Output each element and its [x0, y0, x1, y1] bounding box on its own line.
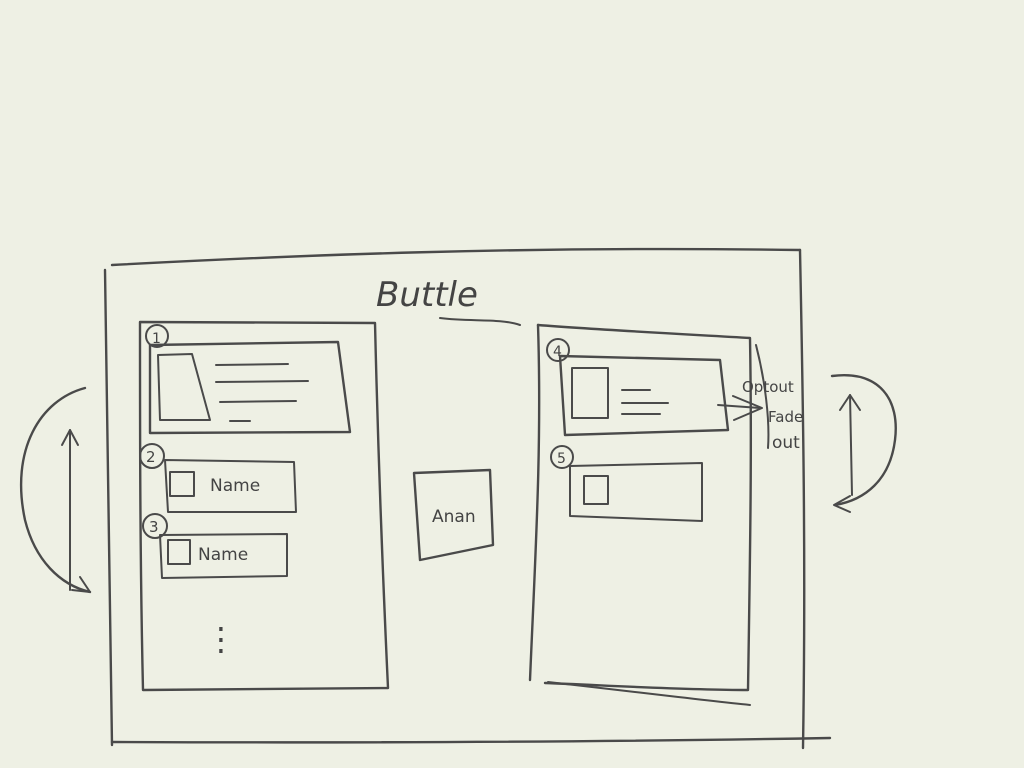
left-item-3[interactable]: 3 Name	[142, 513, 288, 579]
item-number: 5	[557, 451, 566, 467]
right-item-5[interactable]: 5	[550, 445, 703, 522]
thumbnail-icon	[157, 353, 211, 421]
item-number: 3	[149, 518, 159, 536]
checkbox-icon[interactable]	[167, 539, 191, 565]
left-item-2[interactable]: 2 Name	[139, 443, 297, 513]
item-name-label: Name	[198, 545, 248, 565]
center-card[interactable]: Anan	[412, 468, 495, 562]
outer-frame	[103, 247, 832, 750]
annotation-line-2: Fade	[768, 408, 803, 426]
center-card-label: Anan	[432, 507, 476, 527]
item-number: 4	[553, 344, 562, 360]
item-number: 1	[152, 331, 161, 347]
more-items-ellipsis: ⋮	[205, 620, 237, 658]
item-name-label: Name	[210, 476, 260, 496]
battle-wireframe-sketch: Buttle 1 2 Name 3 Name ⋮ Anan 4 5 Optout…	[20, 247, 897, 750]
scroll-arrow-left	[20, 386, 92, 594]
left-item-1[interactable]: 1	[145, 324, 352, 435]
scroll-arrow-right	[830, 374, 897, 513]
checkbox-icon[interactable]	[169, 471, 195, 497]
right-panel	[528, 323, 770, 706]
right-item-4[interactable]: 4	[546, 338, 730, 437]
checkbox-icon[interactable]	[583, 475, 609, 505]
item-number: 2	[146, 448, 156, 466]
annotation-line-1: Optout	[742, 378, 794, 396]
title-underline	[439, 317, 521, 326]
annotation-line-3: out	[772, 433, 800, 453]
title-text: Buttle	[376, 275, 478, 315]
thumbnail-icon	[571, 367, 609, 419]
left-panel	[138, 320, 390, 692]
